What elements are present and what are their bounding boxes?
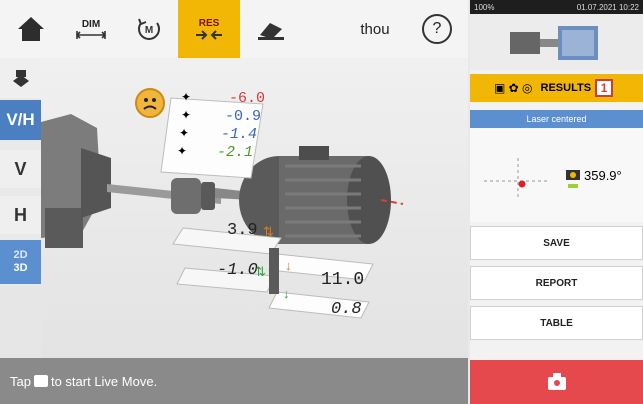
sad-face-icon — [135, 88, 165, 118]
tolerance-table: ✦ -6.0 ✦ -0.9 ✦ -1.4 ✦ -2.1 — [177, 88, 265, 168]
measure-rotation-icon: M — [138, 18, 160, 40]
home-button[interactable] — [0, 0, 62, 58]
report-button[interactable]: REPORT — [470, 266, 643, 300]
status-bar: 100% 01.07.2021 10:22 — [470, 0, 643, 14]
view-rotate-button[interactable] — [0, 58, 41, 98]
home-icon — [18, 17, 44, 41]
foot-vertical-arrow-icon: ↓ — [285, 258, 292, 273]
machine-scene: ✦ -6.0 ✦ -0.9 ✦ -1.4 ✦ -2.1 3.9 ⇅ -1.0 ⇅… — [41, 58, 468, 358]
live-move-small-icon — [33, 375, 48, 387]
laser-status-bar: Laser centered — [470, 110, 643, 128]
dimension-arrows-icon — [76, 30, 106, 39]
battery-status: 100% — [474, 2, 495, 12]
tolerance-row-3: -1.4 — [221, 126, 258, 143]
table-button[interactable]: TABLE — [470, 306, 643, 340]
view-v-button[interactable]: V — [0, 150, 41, 188]
angle-icon: ✦ — [181, 108, 192, 122]
units-button[interactable]: thou — [340, 0, 410, 58]
results-count-badge: 1 — [595, 79, 614, 97]
view-2d3d-button[interactable]: 2D 3D — [0, 240, 41, 284]
vertical-coupling-value: 3.9 — [227, 221, 258, 240]
foot-horizontal-arrow-icon: ↓ — [283, 286, 290, 301]
live-move-icon — [547, 373, 566, 390]
horizontal-foot-value: 0.8 — [331, 300, 362, 319]
right-panel: 100% 01.07.2021 10:22 ▣ ✿ ◎ RESULTS 1 La… — [470, 0, 643, 404]
view-h-button[interactable]: H — [0, 196, 41, 234]
move-button[interactable] — [240, 0, 302, 58]
tolerance-row-1: -6.0 — [229, 90, 266, 107]
angle-h-icon: ✦ — [177, 144, 188, 158]
offset-h-icon: ✦ — [179, 126, 190, 140]
save-button[interactable]: SAVE — [470, 226, 643, 260]
help-button[interactable]: ? — [412, 0, 462, 58]
live-move-button[interactable] — [470, 360, 643, 404]
vertical-foot-value: 11.0 — [321, 270, 365, 290]
machine-thumbnail[interactable] — [470, 14, 643, 70]
help-icon: ? — [422, 14, 452, 44]
rail-spacer — [0, 286, 41, 358]
machine-thumbnail-icon — [510, 26, 598, 60]
angle-value: 359.9° — [584, 168, 622, 183]
machine-move-icon — [258, 23, 284, 40]
horizontal-arrow-icon: ⇅ — [255, 264, 266, 279]
offset-icon: ✦ — [181, 90, 192, 104]
measure-button[interactable]: M — [120, 0, 178, 58]
results-icon — [196, 29, 222, 40]
hint-prefix: Tap — [10, 373, 31, 389]
laser-target-view: 359.9° — [470, 128, 643, 222]
toolbar: DIM M RES thou ? — [0, 0, 468, 59]
results-button[interactable]: RES — [178, 0, 240, 58]
vertical-arrow-icon: ⇅ — [263, 224, 274, 239]
results-header[interactable]: ▣ ✿ ◎ RESULTS 1 — [470, 74, 643, 102]
hint-suffix: to start Live Move. — [50, 373, 158, 389]
tolerance-row-2: -0.9 — [225, 108, 262, 125]
date-time: 01.07.2021 10:22 — [576, 2, 639, 12]
view-vh-button[interactable]: V/H — [0, 100, 41, 140]
view-rotate-icon — [12, 70, 29, 87]
tolerance-row-4: -2.1 — [217, 144, 254, 161]
horizontal-coupling-value: -1.0 — [217, 261, 258, 280]
svg-text:M: M — [145, 25, 153, 36]
hint-bar: Tap to start Live Move. — [0, 358, 468, 404]
results-icons: ▣ ✿ ◎ — [494, 81, 533, 95]
dimensions-button[interactable]: DIM — [62, 0, 120, 58]
